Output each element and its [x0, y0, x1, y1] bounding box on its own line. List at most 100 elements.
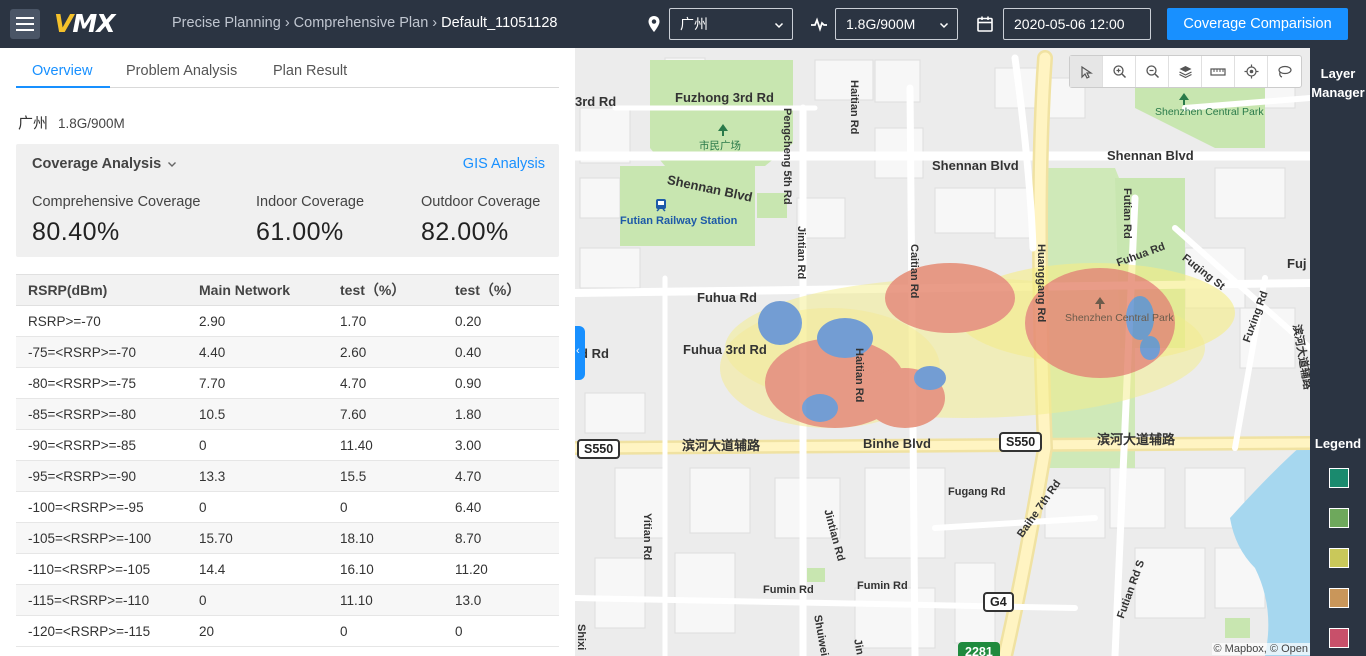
app-logo[interactable]: VMX: [54, 10, 116, 38]
table-cell: 4.70: [443, 460, 559, 492]
lasso-icon[interactable]: [1268, 56, 1301, 87]
table-cell: 6.40: [443, 491, 559, 523]
legend-swatch[interactable]: [1329, 588, 1349, 608]
band-select[interactable]: 1.8G/900M: [835, 8, 958, 40]
map-label: Caitian Rd: [908, 244, 920, 299]
tree-icon: [1179, 93, 1189, 105]
legend-swatch[interactable]: [1329, 548, 1349, 568]
table-cell: -80=<RSRP>=-75: [16, 367, 187, 399]
breadcrumb: Precise Planning › Comprehensive Plan › Defa…: [172, 15, 558, 31]
table-cell: 4.40: [187, 336, 328, 368]
map-label: Huanggang Rd: [1035, 244, 1047, 323]
table-cell: 0: [187, 491, 328, 523]
map-label: Jin: [851, 638, 866, 656]
map-label: 滨河大道辅路: [1097, 432, 1176, 447]
map-label: Binhe Blvd: [863, 436, 931, 451]
coverage-comparison-button[interactable]: Coverage Comparision: [1167, 8, 1348, 40]
column-header: RSRP(dBm): [16, 274, 187, 306]
table-row: -100=<RSRP>=-95 0 0 6.40: [16, 491, 559, 523]
table-cell: 0: [187, 429, 328, 461]
table-cell: 11.20: [443, 553, 559, 585]
road-shield: S550: [577, 439, 621, 459]
table-row: -105=<RSRP>=-100 15.70 18.10 8.70: [16, 522, 559, 554]
table-cell: 0: [187, 584, 328, 616]
location-pin-icon: [648, 16, 660, 32]
map-label: Shenzhen Central Park: [1155, 106, 1264, 118]
table-row: RSRP>=-70 2.90 1.70 0.20: [16, 305, 559, 337]
tab-problem-analysis[interactable]: Problem Analysis: [126, 63, 237, 79]
table-cell: -110=<RSRP>=-105: [16, 553, 187, 585]
map-view[interactable]: Fuzhong 3rd Rd 3rd Rd 市民广场 Pengcheng 5th…: [575, 48, 1310, 656]
metric-indoor: Indoor Coverage 61.00%: [256, 194, 365, 246]
table-cell: 11.10: [328, 584, 443, 616]
road-shield: 2281: [958, 642, 1000, 656]
datetime-picker[interactable]: 2020-05-06 12:00: [1003, 8, 1151, 40]
locate-icon[interactable]: [1235, 56, 1268, 87]
pointer-icon[interactable]: [1070, 56, 1103, 87]
menu-icon[interactable]: [10, 9, 40, 39]
table-cell: -105=<RSRP>=-100: [16, 522, 187, 554]
table-cell: 16.10: [328, 553, 443, 585]
legend-swatch[interactable]: [1329, 508, 1349, 528]
layers-icon[interactable]: [1169, 56, 1202, 87]
column-header: Main Network: [187, 274, 328, 306]
table-header-row: RSRP(dBm) Main Network test（%） test（%）: [16, 274, 559, 306]
legend-swatch[interactable]: [1329, 628, 1349, 648]
metric-outdoor: Outdoor Coverage 82.00%: [421, 194, 541, 246]
table-cell: 7.70: [187, 367, 328, 399]
metric-comprehensive: Comprehensive Coverage 80.40%: [32, 194, 201, 246]
gis-analysis-link[interactable]: GIS Analysis: [463, 156, 545, 172]
table-cell: 0.40: [443, 336, 559, 368]
map-label: Haitian Rd: [853, 348, 865, 403]
map-attribution[interactable]: © Mapbox, © Open: [1211, 643, 1310, 655]
tree-icon: [718, 124, 728, 136]
breadcrumb-item[interactable]: Precise Planning: [172, 15, 281, 31]
panel-collapse-handle[interactable]: ‹: [575, 326, 585, 380]
table-row: -95=<RSRP>=-90 13.3 15.5 4.70: [16, 460, 559, 492]
table-cell: -100=<RSRP>=-95: [16, 491, 187, 523]
map-label: Yitian Rd: [641, 513, 653, 561]
map-label: Fuhua Rd: [697, 290, 757, 305]
map-label: Pengcheng 5th Rd: [781, 108, 793, 205]
calendar-icon: [977, 16, 993, 32]
table-row: -85=<RSRP>=-80 10.5 7.60 1.80: [16, 398, 559, 430]
table-cell: 1.80: [443, 398, 559, 430]
table-cell: 8.70: [443, 522, 559, 554]
train-station-icon: [656, 199, 666, 212]
city-select[interactable]: 广州: [669, 8, 793, 40]
region-city: 广州: [18, 115, 49, 132]
column-header: test（%）: [328, 274, 443, 306]
zoom-out-icon[interactable]: [1136, 56, 1169, 87]
table-cell: 18.10: [328, 522, 443, 554]
right-sidebar: Layer Manager Legend: [1310, 48, 1366, 656]
table-cell: -90=<RSRP>=-85: [16, 429, 187, 461]
table-cell: 2.60: [328, 336, 443, 368]
zoom-in-icon[interactable]: [1103, 56, 1136, 87]
table-cell: 10.5: [187, 398, 328, 430]
table-row: -115=<RSRP>=-110 0 11.10 13.0: [16, 584, 559, 616]
top-bar: VMX Precise Planning › Comprehensive Plan ›…: [0, 0, 1366, 48]
table-cell: -120=<RSRP>=-115: [16, 615, 187, 647]
table-cell: 15.5: [328, 460, 443, 492]
breadcrumb-item[interactable]: Comprehensive Plan: [294, 15, 429, 31]
table-cell: -95=<RSRP>=-90: [16, 460, 187, 492]
map-label: Futian Railway Station: [620, 215, 738, 227]
region-summary: 广州 1.8G/900M: [18, 112, 125, 133]
table-cell: 0: [328, 491, 443, 523]
table-cell: 0.20: [443, 305, 559, 337]
table-cell: 13.3: [187, 460, 328, 492]
map-label: 市民广场: [699, 140, 741, 152]
ruler-icon[interactable]: [1202, 56, 1235, 87]
layer-manager-button[interactable]: Layer Manager: [1310, 64, 1366, 102]
tab-plan-result[interactable]: Plan Result: [273, 63, 347, 79]
tree-icon: [1095, 297, 1105, 309]
map-label: Fumin Rd: [763, 584, 814, 596]
legend-swatch[interactable]: [1329, 468, 1349, 488]
coverage-analysis-toggle[interactable]: Coverage Analysis: [32, 156, 177, 172]
coverage-analysis-card: Coverage Analysis GIS Analysis Comprehen…: [16, 144, 559, 257]
table-row: -75=<RSRP>=-70 4.40 2.60 0.40: [16, 336, 559, 368]
map-label: Fugang Rd: [948, 486, 1006, 498]
tab-overview[interactable]: Overview: [32, 63, 92, 79]
map-label: Futian Rd: [1121, 188, 1133, 239]
map-label: Shennan Blvd: [1107, 148, 1194, 163]
